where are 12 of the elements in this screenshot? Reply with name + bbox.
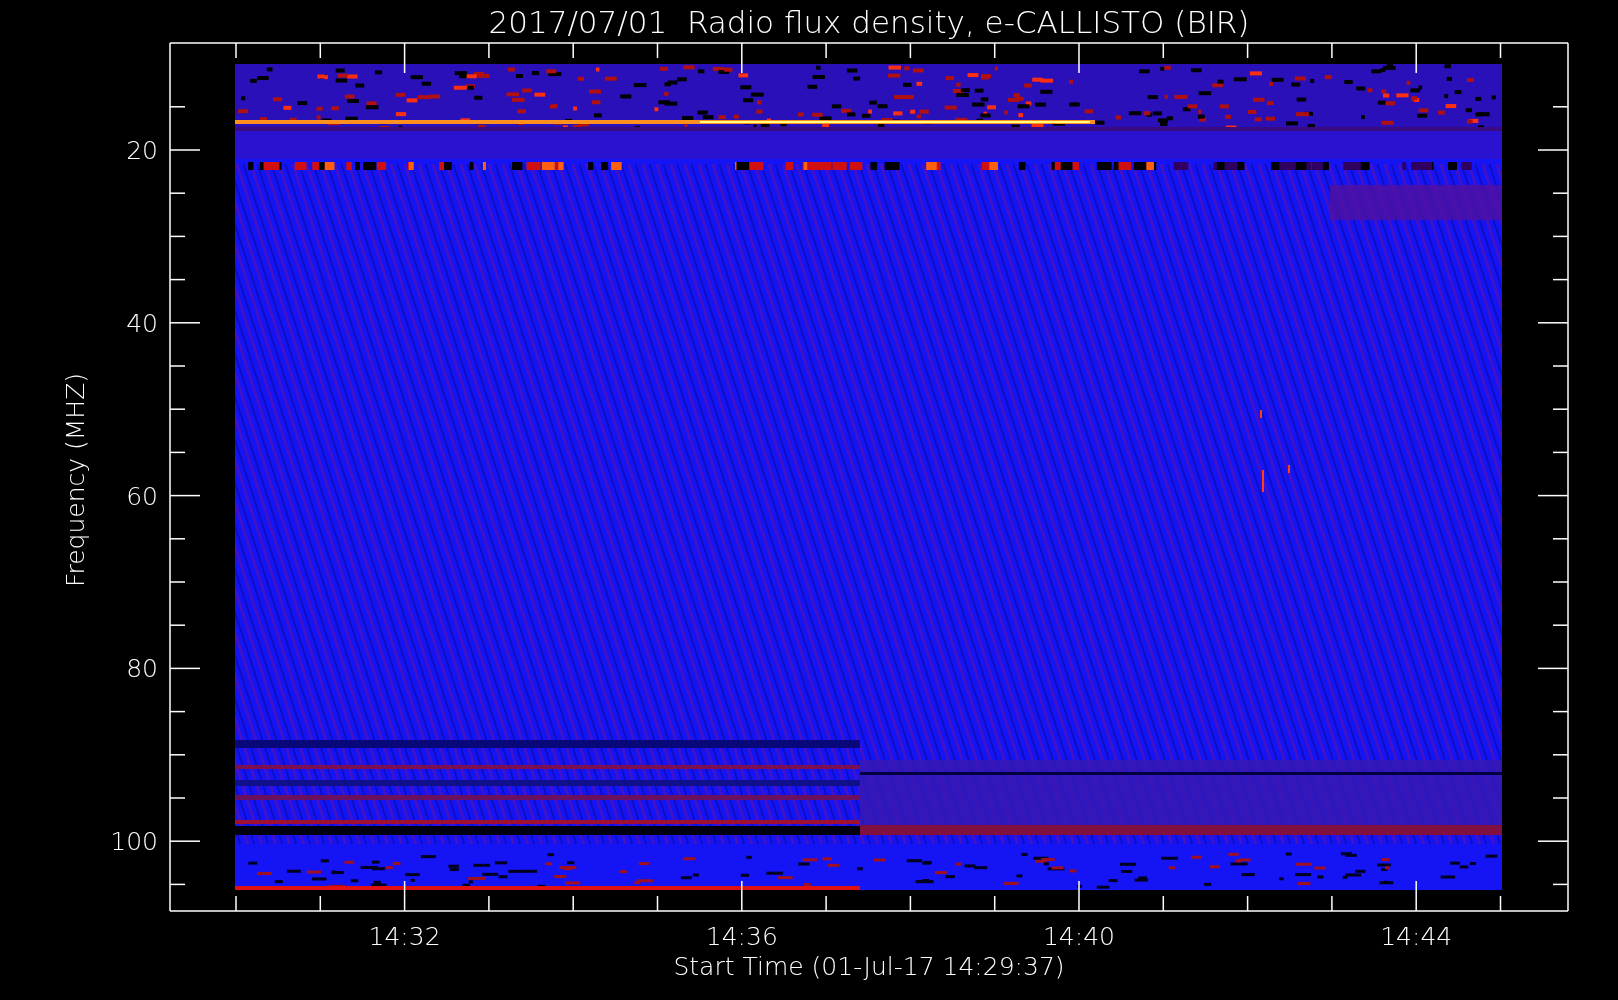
tick-label: 14:44 [1380,922,1453,951]
tick-label: 14:40 [1043,922,1115,951]
tick-label: 100 [110,827,158,857]
tick-label: 14:32 [368,922,441,951]
tick-label: 20 [126,136,158,165]
tick-label: 80 [126,654,158,684]
axis-label: Frequency (MHZ) [61,372,90,588]
tick-label: 60 [126,481,158,511]
axis-label: Start Time (01-Jul-17 14:29:37) [673,952,1065,981]
chart-title: 2017/07/01 Radio flux density, e-CALLISTO (BIR) [488,4,1250,40]
tick-label: 14:36 [705,922,778,951]
tick-label: 40 [126,308,158,338]
